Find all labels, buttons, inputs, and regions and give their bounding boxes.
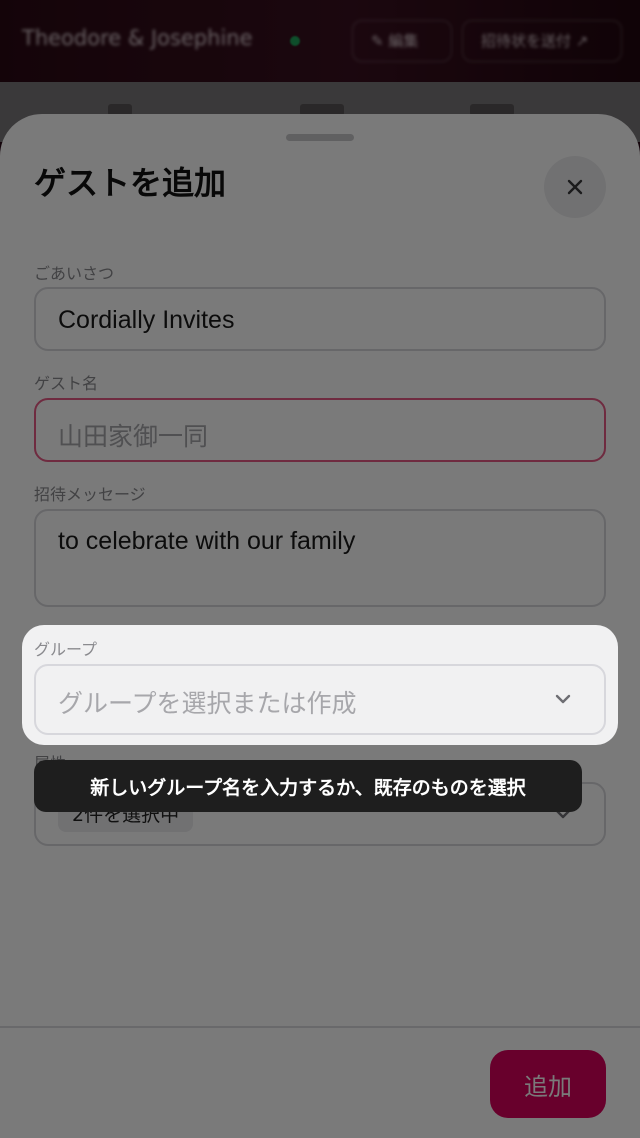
sheet-grabber[interactable] (286, 134, 354, 141)
footer-divider (0, 1026, 640, 1028)
message-textarea[interactable]: to celebrate with our family (34, 509, 606, 607)
greeting-value: Cordially Invites (58, 306, 235, 334)
guest-name-placeholder: 山田家御一同 (58, 423, 209, 451)
event-title: Theodore & Josephine (22, 26, 253, 50)
background-header: Theodore & Josephine ✎ 編集 招待状を送付 ↗ (0, 0, 640, 82)
guest-name-label: ゲスト名 (34, 374, 99, 393)
status-dot-icon (290, 36, 300, 46)
send-invitation-button[interactable]: 招待状を送付 ↗ (462, 20, 622, 62)
message-label: 招待メッセージ (34, 485, 146, 504)
edit-button[interactable]: ✎ 編集 (352, 20, 452, 62)
chevron-down-icon (555, 694, 571, 704)
greeting-input[interactable]: Cordially Invites (34, 287, 606, 351)
group-label: グループ (34, 640, 98, 659)
close-button[interactable] (544, 156, 606, 218)
group-placeholder: グループを選択または作成 (58, 690, 357, 718)
group-tooltip: 新しいグループ名を入力するか、既存のものを選択 (34, 760, 582, 812)
message-value: to celebrate with our family (58, 527, 356, 555)
close-icon (567, 179, 583, 195)
add-button[interactable]: 追加 (490, 1050, 606, 1118)
group-select[interactable]: グループを選択または作成 (34, 664, 606, 735)
sheet-title: ゲストを追加 (34, 164, 227, 202)
greeting-label: ごあいさつ (34, 264, 115, 283)
guest-name-input[interactable]: 山田家御一同 (34, 398, 606, 462)
